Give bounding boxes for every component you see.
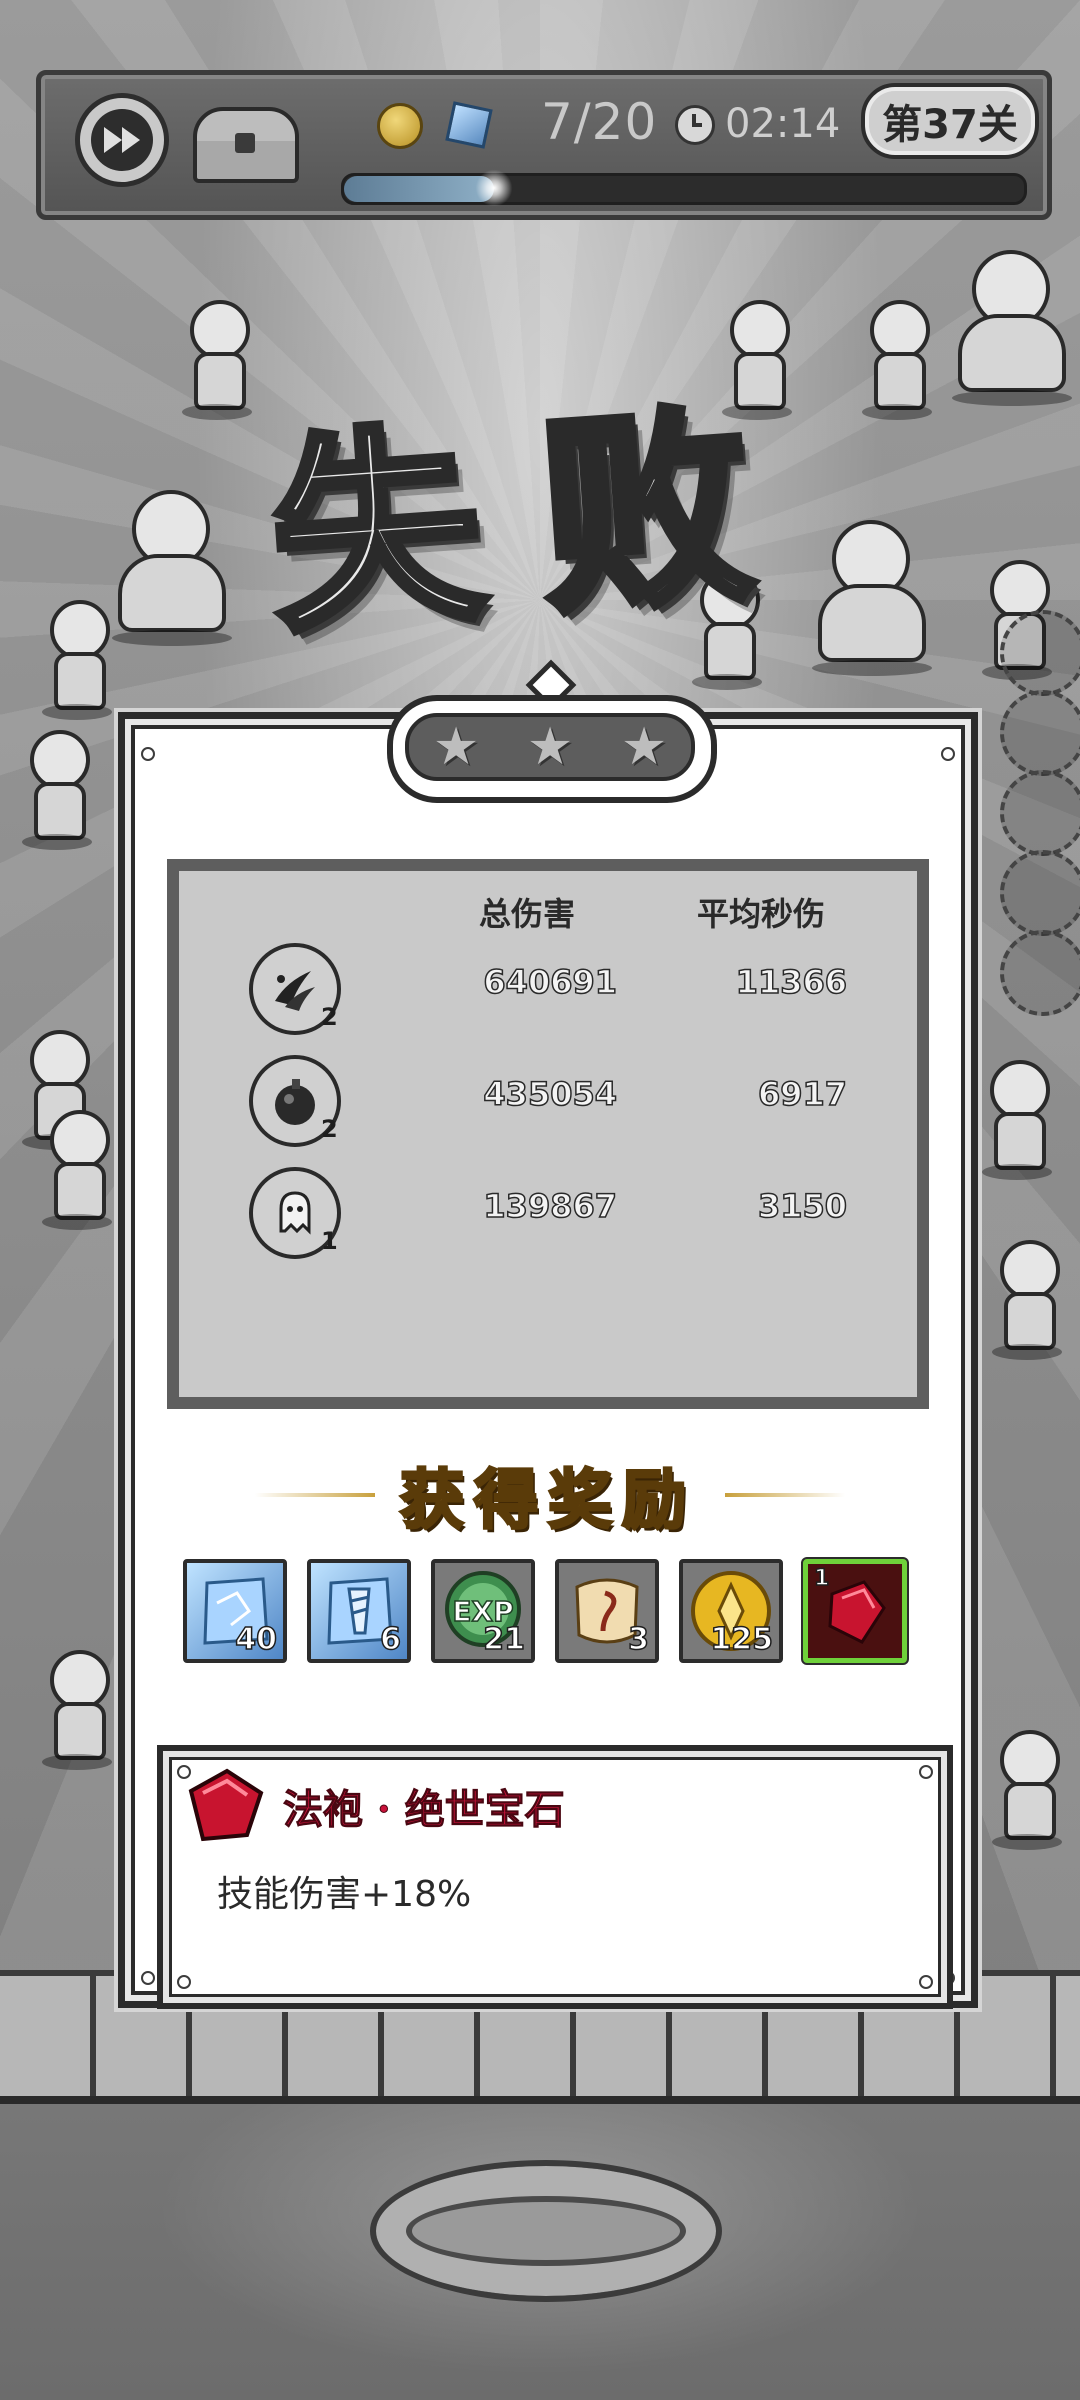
reward-item[interactable]: 40 bbox=[183, 1559, 287, 1663]
clock-icon bbox=[675, 105, 715, 145]
table-row: 2 435054 6917 bbox=[179, 1055, 917, 1155]
header-total-damage: 总伤害 bbox=[479, 895, 576, 933]
game-screen: 7/20 02:14 第37关 失败 ★ ★ ★ 总伤害 平均秒伤 2 6406… bbox=[0, 0, 1080, 2400]
reward-item[interactable]: EXP 21 bbox=[431, 1559, 535, 1663]
rivet bbox=[177, 1975, 191, 1989]
total-damage-value: 139867 bbox=[483, 1186, 618, 1226]
total-damage-value: 640691 bbox=[483, 962, 618, 1002]
skill-slot[interactable] bbox=[1000, 690, 1080, 776]
rivet bbox=[919, 1765, 933, 1779]
fast-forward-icon bbox=[104, 127, 140, 153]
wave-progress-bar bbox=[341, 168, 1027, 208]
wave-progress-fill bbox=[344, 176, 494, 202]
skill-level: 1 bbox=[321, 1227, 338, 1255]
enemy-figure bbox=[40, 1650, 112, 1770]
reward-item[interactable]: 3 bbox=[555, 1559, 659, 1663]
average-dps-value: 11366 bbox=[735, 962, 848, 1002]
reward-count: 21 bbox=[483, 1621, 526, 1658]
average-dps-value: 6917 bbox=[757, 1074, 848, 1114]
star-empty-icon: ★ bbox=[432, 717, 480, 777]
enemy-figure bbox=[990, 1240, 1062, 1360]
reward-count: 6 bbox=[379, 1621, 401, 1658]
table-row: 2 640691 11366 bbox=[179, 943, 917, 1043]
star-empty-icon: ★ bbox=[620, 717, 668, 777]
star-empty-icon: ★ bbox=[526, 717, 574, 777]
rewards-title: 获得奖励 bbox=[399, 1462, 696, 1540]
result-panel: ★ ★ ★ 总伤害 平均秒伤 2 640691 11366 2 435054 6… bbox=[118, 659, 978, 2009]
skill-slot[interactable] bbox=[1000, 610, 1080, 696]
red-gem-icon bbox=[188, 1768, 264, 1842]
wave-counter: 7/20 bbox=[541, 93, 658, 151]
reward-item[interactable]: 125 bbox=[679, 1559, 783, 1663]
enemy-figure bbox=[980, 1060, 1052, 1180]
reward-count: 3 bbox=[627, 1621, 649, 1658]
reward-count: 1 bbox=[813, 1565, 830, 1592]
skill-slot[interactable] bbox=[1000, 930, 1080, 1016]
item-detail-box: 法袍 · 绝世宝石 技能伤害+18% bbox=[157, 1745, 953, 2009]
treasure-chest-button[interactable] bbox=[193, 107, 299, 183]
reward-count: 125 bbox=[710, 1621, 774, 1658]
damage-stats-table: 总伤害 平均秒伤 2 640691 11366 2 435054 6917 1 … bbox=[167, 859, 929, 1409]
table-row: 1 139867 3150 bbox=[179, 1167, 917, 1267]
star-bar: ★ ★ ★ bbox=[405, 713, 695, 781]
reward-count: 40 bbox=[235, 1621, 278, 1658]
fast-forward-button[interactable] bbox=[75, 93, 169, 187]
reward-item[interactable]: 6 bbox=[307, 1559, 411, 1663]
coin-icon bbox=[377, 103, 423, 149]
header-average-dps: 平均秒伤 bbox=[697, 895, 826, 933]
enemy-figure bbox=[990, 1730, 1062, 1850]
rivet bbox=[141, 747, 155, 761]
total-damage-value: 435054 bbox=[483, 1074, 618, 1114]
level-badge: 第37关 bbox=[861, 83, 1039, 159]
average-dps-value: 3150 bbox=[757, 1186, 848, 1226]
well bbox=[370, 2160, 722, 2302]
skill-level: 2 bbox=[321, 1115, 338, 1143]
rewards-list: 40 6 EXP 21 3 125 1 bbox=[183, 1559, 913, 1667]
skill-level: 2 bbox=[321, 1003, 338, 1031]
reward-item-selected[interactable]: 1 bbox=[803, 1559, 907, 1663]
skill-slot[interactable] bbox=[1000, 770, 1080, 856]
skill-slot[interactable] bbox=[1000, 850, 1080, 936]
enemy-figure bbox=[20, 730, 92, 850]
progress-spark-icon bbox=[473, 168, 514, 208]
elapsed-time: 02:14 bbox=[725, 101, 841, 147]
rivet bbox=[919, 1975, 933, 1989]
blue-gem-icon bbox=[445, 101, 493, 149]
rivet bbox=[941, 747, 955, 761]
item-effect: 技能伤害+18% bbox=[217, 1874, 472, 1915]
item-name: 法袍 · 绝世宝石 bbox=[283, 1786, 566, 1834]
enemy-figure bbox=[40, 1110, 112, 1230]
star-rating: ★ ★ ★ bbox=[387, 695, 717, 803]
top-hud: 7/20 02:14 第37关 bbox=[36, 70, 1052, 220]
rivet bbox=[141, 1971, 155, 1985]
